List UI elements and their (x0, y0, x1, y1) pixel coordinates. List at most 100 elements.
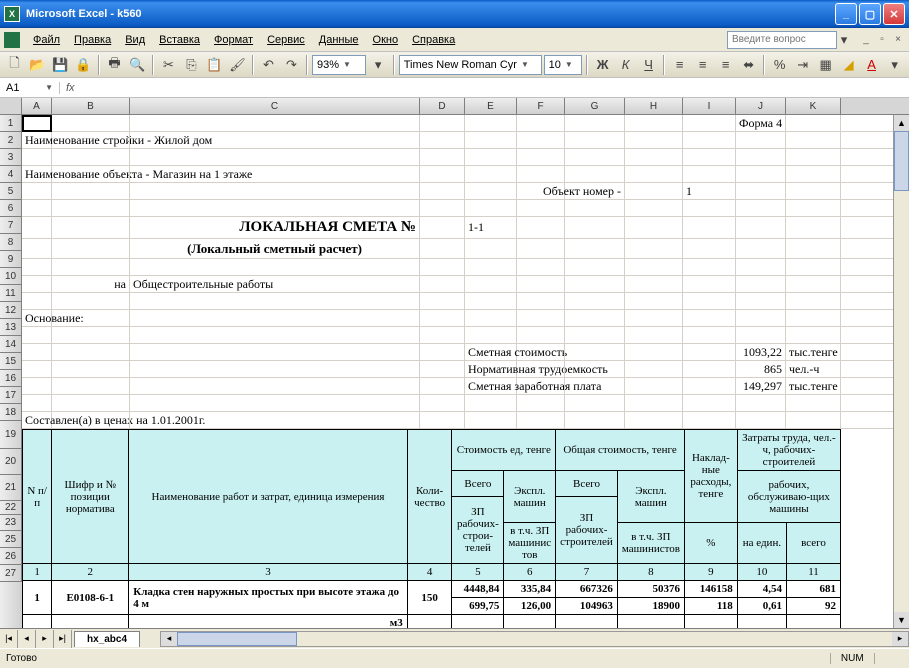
menu-data[interactable]: Данные (312, 32, 366, 48)
formatting-overflow-button[interactable]: ▾ (884, 54, 905, 76)
cell[interactable]: 681 (787, 581, 841, 598)
row-header[interactable]: 20 (0, 449, 22, 475)
cell-n[interactable]: 1 (23, 581, 52, 615)
minimize-button[interactable]: _ (835, 3, 857, 25)
row-header[interactable]: 10 (0, 268, 22, 285)
tab-prev-icon[interactable]: ◂ (18, 630, 36, 648)
paste-button[interactable]: 📋 (204, 54, 225, 76)
italic-button[interactable]: К (615, 54, 636, 76)
row-header[interactable]: 1 (0, 115, 22, 132)
print-button[interactable]: 🖶 (104, 54, 125, 76)
row-header[interactable]: 6 (0, 200, 22, 217)
scroll-thumb[interactable] (177, 632, 297, 646)
toolbar-overflow-button[interactable]: ▾ (368, 54, 389, 76)
zoom-combo[interactable]: 93%▼ (312, 55, 366, 75)
sheet-tab[interactable]: hx_abc4 (74, 631, 140, 647)
cell[interactable]: 18900 (617, 598, 684, 615)
menu-file[interactable]: Файл (26, 32, 67, 48)
menu-view[interactable]: Вид (118, 32, 152, 48)
font-combo[interactable]: Times New Roman Cyr▼ (399, 55, 542, 75)
menu-window[interactable]: Окно (366, 32, 406, 48)
tab-first-icon[interactable]: |◂ (0, 630, 18, 648)
align-left-button[interactable]: ≡ (669, 54, 690, 76)
row-header[interactable]: 12 (0, 302, 22, 319)
cell-name[interactable]: Кладка стен наружных простых при высоте … (129, 581, 407, 615)
mdi-minimize-button[interactable]: _ (859, 33, 873, 47)
cell[interactable] (504, 615, 556, 629)
cell[interactable] (23, 615, 52, 629)
cell[interactable]: 4,54 (737, 581, 786, 598)
row-header[interactable]: 9 (0, 251, 22, 268)
help-search-input[interactable] (727, 31, 837, 49)
menu-edit[interactable]: Правка (67, 32, 118, 48)
col-header[interactable]: B (52, 98, 130, 114)
mdi-restore-button[interactable]: ▫ (875, 33, 889, 47)
name-box[interactable]: A1▼ (0, 82, 60, 94)
currency-button[interactable]: % (769, 54, 790, 76)
col-header[interactable]: E (465, 98, 517, 114)
col-header[interactable]: C (130, 98, 420, 114)
mdi-close-button[interactable]: × (891, 33, 905, 47)
cut-button[interactable]: ✂ (158, 54, 179, 76)
cell-unit[interactable]: м3 (129, 615, 407, 629)
row-header[interactable]: 7 (0, 217, 22, 234)
format-painter-button[interactable]: 🖌 (227, 54, 248, 76)
col-header[interactable]: A (22, 98, 52, 114)
cell[interactable]: 50376 (617, 581, 684, 598)
maximize-button[interactable]: ▢ (859, 3, 881, 25)
col-header[interactable]: I (683, 98, 736, 114)
font-color-button[interactable]: A (861, 54, 882, 76)
cell[interactable] (556, 615, 618, 629)
row-header[interactable]: 5 (0, 183, 22, 200)
underline-button[interactable]: Ч (638, 54, 659, 76)
row-header[interactable]: 23 (0, 515, 22, 531)
copy-button[interactable]: ⎘ (181, 54, 202, 76)
row-header[interactable]: 11 (0, 285, 22, 302)
help-dropdown-icon[interactable]: ▾ (837, 29, 851, 51)
cell[interactable] (52, 615, 129, 629)
tab-next-icon[interactable]: ▸ (36, 630, 54, 648)
col-header[interactable]: K (786, 98, 841, 114)
row-header[interactable]: 15 (0, 353, 22, 370)
cell[interactable] (787, 615, 841, 629)
fontsize-combo[interactable]: 10▼ (544, 55, 582, 75)
row-header[interactable]: 14 (0, 336, 22, 353)
row-header[interactable]: 18 (0, 404, 22, 421)
row-header[interactable]: 4 (0, 166, 22, 183)
row-header[interactable]: 8 (0, 234, 22, 251)
cell[interactable]: 126,00 (504, 598, 556, 615)
col-header[interactable]: G (565, 98, 625, 114)
scroll-up-icon[interactable]: ▲ (894, 115, 909, 131)
row-header[interactable]: 22 (0, 501, 22, 515)
align-right-button[interactable]: ≡ (715, 54, 736, 76)
col-header[interactable]: J (736, 98, 786, 114)
cell[interactable]: 667326 (556, 581, 618, 598)
cell[interactable]: 118 (684, 598, 737, 615)
menu-format[interactable]: Формат (207, 32, 260, 48)
col-header[interactable]: H (625, 98, 683, 114)
cell[interactable]: 104963 (556, 598, 618, 615)
col-header[interactable]: F (517, 98, 565, 114)
close-button[interactable]: ✕ (883, 3, 905, 25)
row-header[interactable]: 3 (0, 149, 22, 166)
open-button[interactable]: 📂 (27, 54, 48, 76)
cell[interactable]: 92 (787, 598, 841, 615)
cell[interactable]: 146158 (684, 581, 737, 598)
cell[interactable] (452, 615, 504, 629)
horizontal-scrollbar[interactable]: ◂ ▸ (160, 631, 909, 647)
new-button[interactable]: 🗋 (4, 54, 25, 76)
permission-button[interactable]: 🔒 (73, 54, 94, 76)
menu-insert[interactable]: Вставка (152, 32, 207, 48)
tab-last-icon[interactable]: ▸| (54, 630, 72, 648)
row-header[interactable]: 16 (0, 370, 22, 387)
row-header[interactable]: 25 (0, 531, 22, 548)
align-center-button[interactable]: ≡ (692, 54, 713, 76)
menu-help[interactable]: Справка (405, 32, 462, 48)
vertical-scrollbar[interactable]: ▲ ▼ (893, 115, 909, 628)
redo-button[interactable]: ↷ (281, 54, 302, 76)
borders-button[interactable]: ▦ (815, 54, 836, 76)
row-header[interactable]: 26 (0, 548, 22, 565)
cell[interactable] (617, 615, 684, 629)
cell-grid[interactable]: Форма 4 Наименование стройки - Жилой дом… (22, 115, 909, 628)
cell[interactable]: 0,61 (737, 598, 786, 615)
